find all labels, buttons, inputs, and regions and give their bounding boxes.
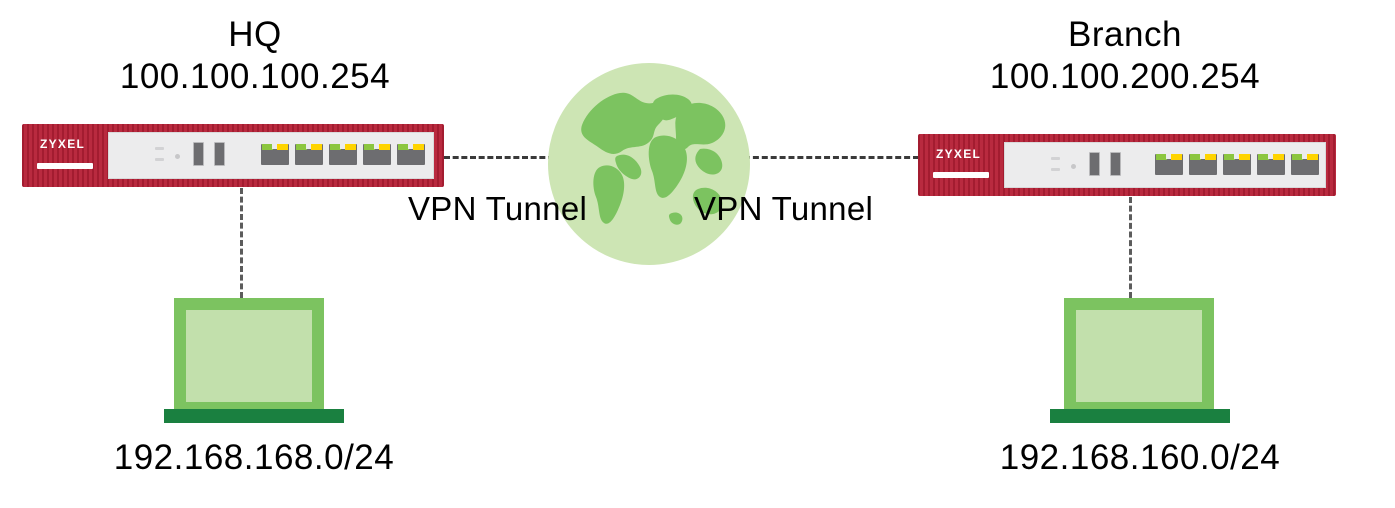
laptop-base	[164, 409, 344, 423]
status-dash-icon-1	[155, 147, 164, 150]
usb-port-icon-1[interactable]	[193, 142, 204, 166]
branch-wan-ip: 100.100.200.254	[989, 57, 1261, 96]
ethernet-port-icon-3[interactable]	[329, 144, 357, 165]
port-led-yellow	[345, 144, 356, 151]
hq-site-name: HQ	[228, 15, 282, 54]
laptop-base	[1050, 409, 1230, 423]
port-led-yellow	[1205, 154, 1216, 161]
globe-landmass-shapes	[581, 92, 726, 225]
status-dash-icon-1	[1051, 157, 1060, 160]
globe-icon	[548, 63, 750, 265]
usb-port-icon-2[interactable]	[1110, 152, 1121, 176]
branch-host-laptop[interactable]	[1050, 298, 1230, 423]
branch-lan-subnet-label: 192.168.160.0/24	[999, 438, 1281, 477]
port-led-yellow	[379, 144, 390, 151]
hq-firewall-appliance[interactable]: ZYXEL	[22, 124, 444, 187]
status-dot-icon	[175, 154, 180, 159]
vpn-tunnel-label-right: VPN Tunnel	[694, 190, 874, 227]
ethernet-port-icon-3[interactable]	[1223, 154, 1251, 175]
ethernet-port-icon-5[interactable]	[1291, 154, 1319, 175]
hq-lan-subnet-label: 192.168.168.0/24	[113, 438, 395, 477]
ethernet-port-icon-5[interactable]	[397, 144, 425, 165]
lan-link-branch-to-host	[1129, 197, 1132, 298]
ethernet-port-icon-2[interactable]	[1189, 154, 1217, 175]
port-led-yellow	[1307, 154, 1318, 161]
laptop-screen	[186, 310, 312, 402]
wan-link-internet-to-branch	[744, 156, 919, 159]
port-led-yellow	[1171, 154, 1182, 161]
zyxel-brand-logo: ZYXEL	[936, 147, 982, 161]
port-led-yellow	[311, 144, 322, 151]
hq-wan-ip: 100.100.100.254	[119, 57, 391, 96]
hq-host-laptop[interactable]	[164, 298, 344, 423]
port-led-yellow	[1273, 154, 1284, 161]
laptop-screen	[1076, 310, 1202, 402]
ethernet-port-icon-4[interactable]	[363, 144, 391, 165]
ethernet-port-icon-1[interactable]	[1155, 154, 1183, 175]
vpn-tunnel-label-left: VPN Tunnel	[408, 190, 588, 227]
status-dash-icon-2	[155, 158, 164, 161]
branch-site-name: Branch	[1068, 15, 1182, 54]
usb-port-icon-1[interactable]	[1089, 152, 1100, 176]
zyxel-logo-bar	[37, 163, 93, 169]
zyxel-brand-logo: ZYXEL	[40, 137, 86, 151]
ethernet-port-icon-1[interactable]	[261, 144, 289, 165]
usb-port-icon-2[interactable]	[214, 142, 225, 166]
status-dash-icon-2	[1051, 168, 1060, 171]
port-led-yellow	[1239, 154, 1250, 161]
port-led-yellow	[413, 144, 424, 151]
status-dot-icon	[1071, 164, 1076, 169]
branch-front-panel	[1004, 142, 1326, 188]
zyxel-logo-bar	[933, 172, 989, 178]
branch-firewall-appliance[interactable]: ZYXEL	[918, 134, 1336, 196]
wan-link-hq-to-internet	[444, 156, 554, 159]
lan-link-hq-to-host	[240, 188, 243, 298]
port-led-yellow	[277, 144, 288, 151]
network-topology-diagram: HQ 100.100.100.254 Branch 100.100.200.25…	[0, 0, 1395, 508]
ethernet-port-icon-2[interactable]	[295, 144, 323, 165]
ethernet-port-icon-4[interactable]	[1257, 154, 1285, 175]
hq-front-panel	[108, 132, 434, 179]
